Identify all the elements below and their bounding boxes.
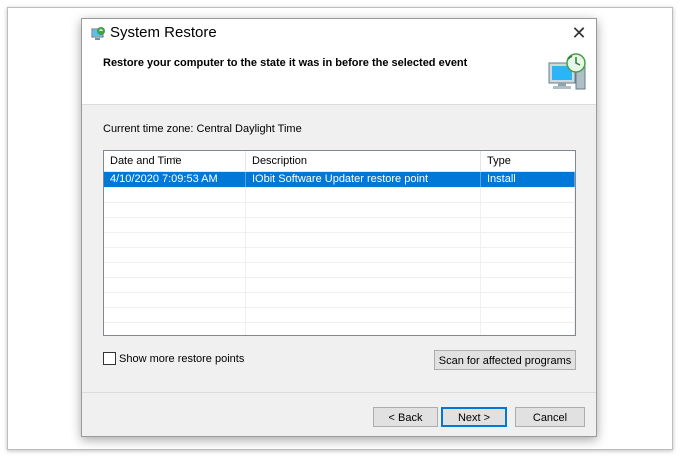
empty-table-row: [104, 262, 575, 278]
system-restore-icon: [91, 27, 105, 40]
empty-cell: [246, 262, 481, 277]
show-more-restore-points[interactable]: Show more restore points: [103, 352, 244, 365]
empty-cell: [246, 202, 481, 217]
empty-cell: [246, 307, 481, 322]
empty-cell: [481, 292, 575, 307]
empty-cell: [481, 277, 575, 292]
empty-table-row: [104, 217, 575, 233]
scan-affected-programs-button[interactable]: Scan for affected programs: [434, 350, 576, 370]
empty-cell: [104, 247, 246, 262]
show-more-label: Show more restore points: [119, 352, 245, 365]
empty-table-row: [104, 187, 575, 203]
empty-cell: [104, 307, 246, 322]
empty-table-row: [104, 322, 575, 335]
empty-cell: [104, 217, 246, 232]
column-header-date[interactable]: Date and Time ⌄: [104, 151, 246, 171]
back-button[interactable]: < Back: [373, 407, 438, 427]
empty-cell: [481, 202, 575, 217]
empty-cell: [246, 292, 481, 307]
system-restore-computer-icon: [548, 53, 586, 90]
empty-table-row: [104, 292, 575, 308]
empty-cell: [481, 322, 575, 335]
next-button[interactable]: Next >: [441, 407, 507, 427]
row-description: IObit Software Updater restore point: [246, 172, 481, 187]
empty-table-row: [104, 247, 575, 263]
empty-cell: [481, 187, 575, 202]
empty-cell: [481, 247, 575, 262]
empty-cell: [481, 307, 575, 322]
empty-table-row: [104, 277, 575, 293]
restore-points-table[interactable]: Date and Time ⌄ Description Type 4/10/20…: [103, 150, 576, 336]
row-date: 4/10/2020 7:09:53 AM: [104, 172, 246, 187]
empty-cell: [104, 202, 246, 217]
sort-descending-icon: ⌄: [172, 152, 179, 161]
column-header-date-label: Date and Time: [110, 155, 182, 167]
empty-cell: [481, 262, 575, 277]
empty-cell: [104, 277, 246, 292]
empty-cell: [481, 217, 575, 232]
empty-cell: [481, 232, 575, 247]
window-title: System Restore: [110, 24, 217, 41]
header-divider: [82, 104, 596, 105]
show-more-checkbox[interactable]: [103, 352, 116, 365]
dialog-header: System Restore ✕ Restore your computer t…: [82, 19, 596, 104]
row-type: Install: [481, 172, 575, 187]
empty-cell: [104, 262, 246, 277]
empty-cell: [104, 292, 246, 307]
system-restore-dialog: System Restore ✕ Restore your computer t…: [81, 18, 597, 437]
close-button[interactable]: ✕: [562, 19, 596, 47]
empty-cell: [246, 277, 481, 292]
footer-divider: [82, 392, 596, 393]
empty-cell: [246, 217, 481, 232]
empty-table-row: [104, 232, 575, 248]
timezone-label: Current time zone: Central Daylight Time: [103, 123, 302, 135]
table-row[interactable]: 4/10/2020 7:09:53 AM IObit Software Upda…: [104, 172, 575, 188]
empty-cell: [246, 322, 481, 335]
empty-cell: [246, 187, 481, 202]
empty-cell: [246, 232, 481, 247]
empty-cell: [104, 187, 246, 202]
empty-cell: [104, 232, 246, 247]
empty-cell: [246, 247, 481, 262]
column-header-description[interactable]: Description: [246, 151, 481, 171]
empty-cell: [104, 322, 246, 335]
cancel-button[interactable]: Cancel: [515, 407, 585, 427]
dialog-subtitle: Restore your computer to the state it wa…: [103, 57, 468, 69]
column-header-type[interactable]: Type: [481, 151, 575, 171]
empty-table-row: [104, 202, 575, 218]
empty-table-row: [104, 307, 575, 323]
table-header: Date and Time ⌄ Description Type: [104, 151, 575, 172]
